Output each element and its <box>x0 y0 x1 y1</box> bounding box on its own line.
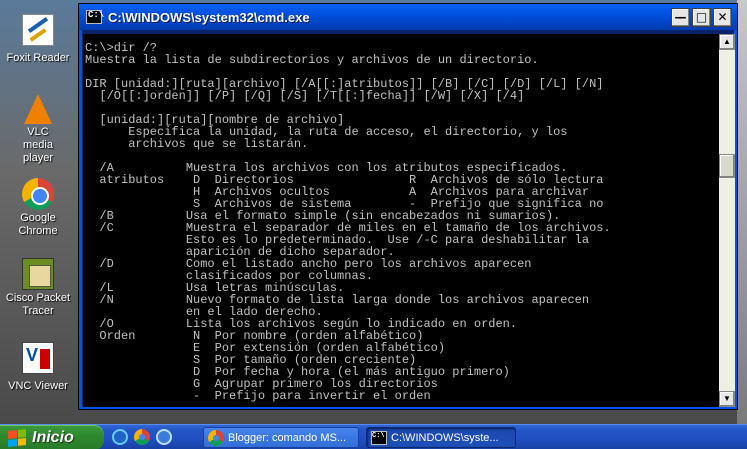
title-bar[interactable]: C:\ C:\WINDOWS\system32\cmd.exe — □ ✕ <box>79 4 737 30</box>
console-output[interactable]: C:\>dir /? Muestra la lista de subdirect… <box>83 34 719 407</box>
minimize-icon: — <box>674 10 687 24</box>
internet-explorer-icon[interactable] <box>112 429 128 445</box>
close-icon: ✕ <box>717 10 728 24</box>
taskbar: Inicio Blogger: comando MS... C:\WINDOWS… <box>0 424 747 449</box>
desktop-icon-label: Foxit Reader <box>6 52 70 64</box>
taskbar-item-label: C:\WINDOWS\syste... <box>391 431 499 444</box>
desktop-icon-foxit-reader[interactable]: Foxit Reader <box>0 14 76 66</box>
desktop-icon-label: Cisco Packet Tracer <box>5 292 71 317</box>
desktop-icon-label: VLC media player <box>23 126 53 164</box>
desktop-edge <box>737 0 747 424</box>
window-title: C:\WINDOWS\system32\cmd.exe <box>108 9 310 25</box>
start-label: Inicio <box>32 428 74 446</box>
desktop-icon-google-chrome[interactable]: Google Chrome <box>0 178 76 239</box>
vlc-cone-icon <box>22 92 54 124</box>
cisco-packet-tracer-icon <box>22 258 54 290</box>
chrome-icon <box>208 429 224 446</box>
desktop-icon-cisco-packet-tracer[interactable]: Cisco Packet Tracer <box>0 258 76 319</box>
desktop-icon-vnc-viewer[interactable]: VNC Viewer <box>0 342 76 394</box>
foxit-reader-icon <box>22 14 54 46</box>
minimize-button[interactable]: — <box>671 7 690 27</box>
desktop-icon-label: Google Chrome <box>18 212 58 237</box>
taskbar-item-cmd[interactable]: C:\WINDOWS\syste... <box>366 427 516 448</box>
quick-launch <box>112 429 172 445</box>
ie-browser-icon[interactable] <box>156 429 172 445</box>
start-button[interactable]: Inicio <box>0 425 104 449</box>
taskbar-item-label: Blogger: comando MS... <box>228 431 347 444</box>
vertical-scrollbar[interactable]: ▲ ▼ <box>719 34 735 407</box>
chrome-icon <box>22 178 54 210</box>
chrome-icon[interactable] <box>134 429 150 445</box>
windows-flag-icon <box>8 428 26 447</box>
maximize-button[interactable]: □ <box>692 7 711 27</box>
taskbar-item-blogger[interactable]: Blogger: comando MS... <box>203 427 359 448</box>
desktop-icon-label: VNC Viewer <box>8 380 68 392</box>
desktop-icon-vlc[interactable]: VLC media player <box>0 92 76 166</box>
cmd-icon[interactable]: C:\ <box>86 10 104 24</box>
scroll-down-icon[interactable]: ▼ <box>719 391 735 407</box>
close-button[interactable]: ✕ <box>713 7 732 27</box>
scroll-up-icon[interactable]: ▲ <box>719 34 735 50</box>
cmd-window[interactable]: C:\ C:\WINDOWS\system32\cmd.exe — □ ✕ C:… <box>78 3 738 410</box>
scroll-thumb[interactable] <box>719 154 735 178</box>
cmd-icon <box>371 430 387 445</box>
vnc-viewer-icon <box>22 342 54 374</box>
console-text: C:\>dir /? Muestra la lista de subdirect… <box>85 41 611 403</box>
maximize-icon: □ <box>695 10 708 24</box>
